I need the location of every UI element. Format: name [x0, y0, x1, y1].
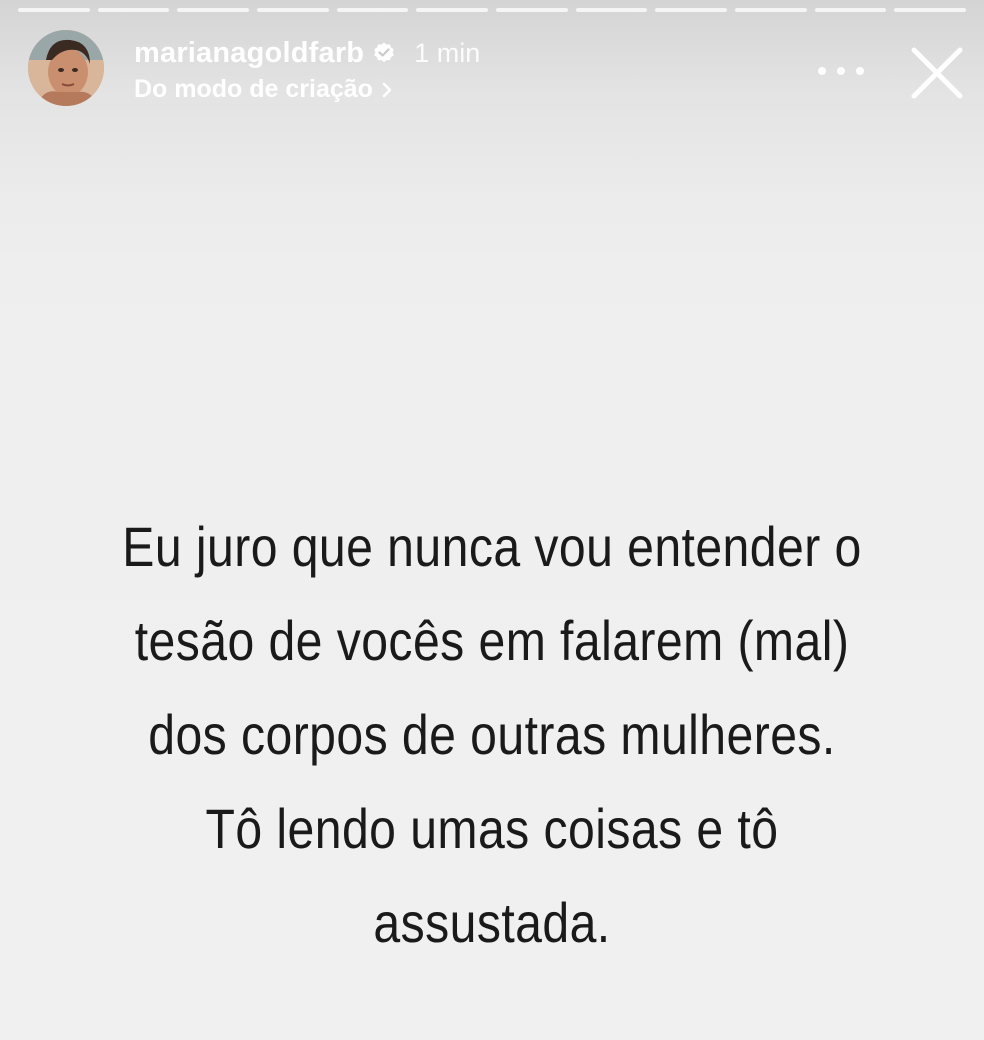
- more-options-button[interactable]: [818, 58, 864, 84]
- story-header: marianagoldfarb 1 min Do modo de criação: [28, 30, 480, 106]
- progress-segment: [496, 8, 568, 12]
- caption-line: tesão de vocês em falarem (mal): [134, 609, 850, 672]
- more-dot: [837, 67, 845, 75]
- story-viewer[interactable]: marianagoldfarb 1 min Do modo de criação…: [0, 0, 984, 1040]
- caption-line: Eu juro que nunca vou entender o: [122, 515, 862, 578]
- username-link[interactable]: marianagoldfarb: [134, 37, 364, 70]
- progress-segment: [18, 8, 90, 12]
- chevron-right-icon: [382, 82, 392, 97]
- caption-line: Tô lendo umas coisas e tô: [205, 797, 779, 860]
- source-label: Do modo de criação: [134, 75, 373, 103]
- progress-segment: [575, 8, 648, 12]
- verified-badge-icon: [374, 42, 394, 63]
- progress-segment: [735, 8, 807, 12]
- close-icon[interactable]: [906, 42, 968, 104]
- avatar[interactable]: [28, 30, 104, 106]
- progress-segment: [655, 8, 728, 12]
- creation-mode-link[interactable]: Do modo de criação: [134, 75, 480, 104]
- progress-segment: [894, 8, 967, 12]
- more-dot: [856, 67, 864, 75]
- story-caption: Eu juro que nunca vou entender o tesão d…: [0, 500, 984, 970]
- story-progress-bar: [18, 8, 967, 12]
- progress-segment: [814, 8, 887, 12]
- post-time: 1 min: [414, 37, 481, 68]
- progress-segment: [416, 8, 489, 12]
- progress-segment: [336, 8, 409, 12]
- caption-line: assustada.: [373, 891, 611, 954]
- more-horizontal-icon: [818, 67, 826, 75]
- progress-segment: [177, 8, 250, 12]
- caption-line: dos corpos de outras mulheres.: [148, 703, 836, 766]
- progress-segment: [257, 8, 329, 12]
- avatar-photo: [28, 30, 104, 106]
- progress-segment: [97, 8, 170, 12]
